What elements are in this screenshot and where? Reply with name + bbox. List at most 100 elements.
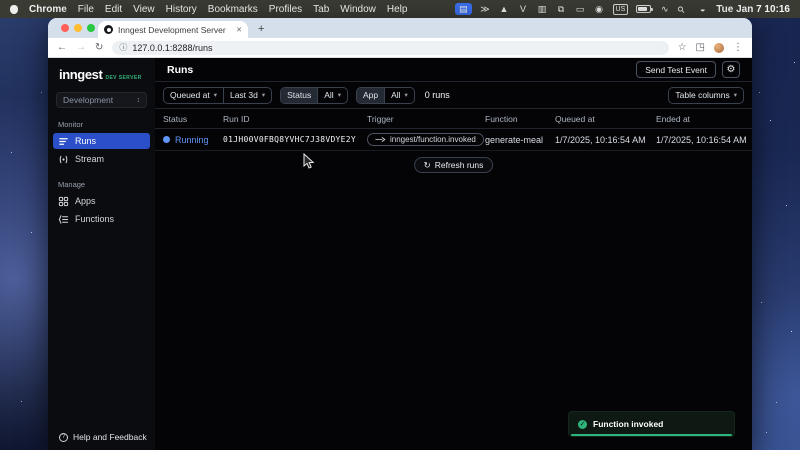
column-header-run-id: Run ID	[223, 114, 367, 124]
extensions-icon[interactable]: ◳	[696, 42, 705, 53]
menu-tab[interactable]: Tab	[313, 4, 329, 15]
help-icon: ?	[59, 433, 68, 442]
close-window-button[interactable]	[61, 24, 69, 32]
column-header-ended-at: Ended at	[656, 114, 752, 124]
help-and-feedback[interactable]: ? Help and Feedback	[59, 432, 147, 442]
refresh-label: Refresh runs	[435, 160, 484, 170]
column-header-function: Function	[485, 114, 555, 124]
refresh-runs-button[interactable]: ↻ Refresh runs	[414, 157, 494, 173]
menu-view[interactable]: View	[133, 4, 155, 15]
toast-progress-bar	[571, 434, 732, 436]
app-filter-label: App	[357, 88, 384, 103]
back-icon[interactable]: ←	[57, 42, 67, 53]
menubar-clock[interactable]: Tue Jan 7 10:16	[716, 4, 790, 15]
v-status-icon[interactable]: V	[518, 3, 529, 15]
tab-close-icon[interactable]: ✕	[236, 26, 242, 34]
menu-profiles[interactable]: Profiles	[269, 4, 302, 15]
time-range-dropdown[interactable]: Last 3d ▾	[223, 88, 271, 103]
menubar-app-name[interactable]: Chrome	[29, 4, 67, 15]
bookmark-star-icon[interactable]: ☆	[678, 42, 687, 53]
functions-icon	[58, 214, 69, 225]
active-app-status-icon[interactable]: ▤	[455, 3, 472, 15]
chevron-down-icon: ▾	[405, 91, 408, 99]
apple-menu-icon[interactable]	[10, 5, 18, 14]
record-status-icon[interactable]: ◉	[594, 3, 605, 15]
run-status: Running	[163, 135, 223, 145]
send-test-event-button[interactable]: Send Test Event	[636, 61, 716, 78]
table-columns-label: Table columns	[675, 90, 729, 100]
keyboard-layout-badge[interactable]: US	[613, 4, 629, 15]
runs-icon	[58, 136, 69, 147]
tab-title: Inngest Development Server	[118, 25, 231, 35]
table-row[interactable]: Running 01JH00V0FBQ8YVHC7J38VDYE2Y innge…	[155, 129, 752, 151]
triangle-status-icon[interactable]: ▲	[499, 3, 510, 15]
sidebar-item-label: Stream	[75, 154, 104, 164]
time-range-value: Last 3d	[230, 90, 258, 100]
app-filter-dropdown[interactable]: All ▾	[384, 88, 414, 103]
site-info-icon[interactable]: ⓘ	[119, 42, 127, 53]
tab-strip: Inngest Development Server ✕ +	[48, 18, 752, 38]
sidebar-item-functions[interactable]: Functions	[53, 211, 150, 227]
settings-gear-button[interactable]: ⚙	[722, 61, 740, 78]
page-header: Runs Send Test Event ⚙	[155, 58, 752, 82]
control-center-icon[interactable]: ◒	[697, 3, 708, 15]
environment-select[interactable]: Development ↕	[56, 92, 147, 108]
table-columns-dropdown[interactable]: Table columns ▾	[669, 88, 743, 103]
apps-icon	[58, 196, 69, 207]
browser-toolbar: ← → ↻ ⓘ 127.0.0.1:8288/runs ☆ ◳ ⋮	[48, 38, 752, 58]
menu-file[interactable]: File	[78, 4, 94, 15]
forward-icon[interactable]: →	[76, 42, 86, 53]
spotlight-search-icon[interactable]: ⚲	[676, 1, 692, 17]
menu-window[interactable]: Window	[340, 4, 376, 15]
browser-tab[interactable]: Inngest Development Server ✕	[98, 21, 248, 38]
battery-icon[interactable]	[636, 5, 651, 13]
browser-menu-icon[interactable]: ⋮	[733, 42, 743, 53]
time-field-dropdown[interactable]: Queued at ▾	[164, 88, 223, 103]
network-status-icon[interactable]: ∿	[659, 3, 670, 15]
minimize-window-button[interactable]	[74, 24, 82, 32]
status-filter-value: All	[324, 90, 333, 100]
table-columns-group: Table columns ▾	[668, 87, 744, 104]
function-name: generate-meal	[485, 135, 555, 145]
window-controls	[61, 24, 95, 32]
menu-bookmarks[interactable]: Bookmarks	[208, 4, 258, 15]
running-status-dot	[163, 136, 170, 143]
zoom-window-button[interactable]	[87, 24, 95, 32]
chevron-updown-icon: ↕	[137, 97, 141, 104]
refresh-icon: ↻	[424, 160, 431, 171]
toast-message: Function invoked	[593, 419, 663, 429]
sidebar-item-label: Apps	[75, 196, 96, 206]
success-check-icon: ✓	[578, 420, 587, 429]
chevron-down-icon: ▾	[262, 91, 265, 99]
menu-help[interactable]: Help	[387, 4, 408, 15]
sidebar-item-stream[interactable]: Stream	[53, 151, 150, 167]
profile-avatar[interactable]	[714, 43, 724, 53]
runs-count: 0 runs	[425, 90, 450, 100]
new-tab-button[interactable]: +	[258, 21, 264, 38]
column-header-queued-at: Queued at	[555, 114, 656, 124]
monitor-section-label: Monitor	[58, 120, 155, 129]
reload-icon[interactable]: ↻	[95, 42, 103, 53]
filter-bar: Queued at ▾ Last 3d ▾ Status All ▾	[155, 82, 752, 108]
logo-row: inngest DEV SERVER	[48, 58, 155, 86]
url-text: 127.0.0.1:8288/runs	[132, 43, 212, 53]
address-bar[interactable]: ⓘ 127.0.0.1:8288/runs	[112, 41, 668, 55]
inngest-app: inngest DEV SERVER Development ↕ Monitor…	[48, 58, 752, 450]
clipboard-status-icon[interactable]: ⧉	[556, 3, 567, 15]
app-filter-group: App All ▾	[356, 87, 415, 104]
ended-at-value: 1/7/2025, 10:16:54 AM	[656, 135, 752, 145]
sidebar-item-apps[interactable]: Apps	[53, 193, 150, 209]
event-trigger-icon	[375, 136, 386, 143]
mouse-cursor	[303, 153, 315, 170]
window-layout-status-icon[interactable]: ▥	[537, 3, 548, 15]
status-filter-dropdown[interactable]: All ▾	[317, 88, 347, 103]
menu-edit[interactable]: Edit	[105, 4, 122, 15]
queued-at-value: 1/7/2025, 10:16:54 AM	[555, 135, 656, 145]
shortcuts-status-icon[interactable]: ≫	[480, 3, 491, 15]
sidebar-item-label: Functions	[75, 214, 114, 224]
page-title: Runs	[167, 64, 193, 76]
sidebar-item-runs[interactable]: Runs	[53, 133, 150, 149]
sidebar-item-label: Runs	[75, 136, 96, 146]
display-status-icon[interactable]: ▭	[575, 3, 586, 15]
menu-history[interactable]: History	[166, 4, 197, 15]
